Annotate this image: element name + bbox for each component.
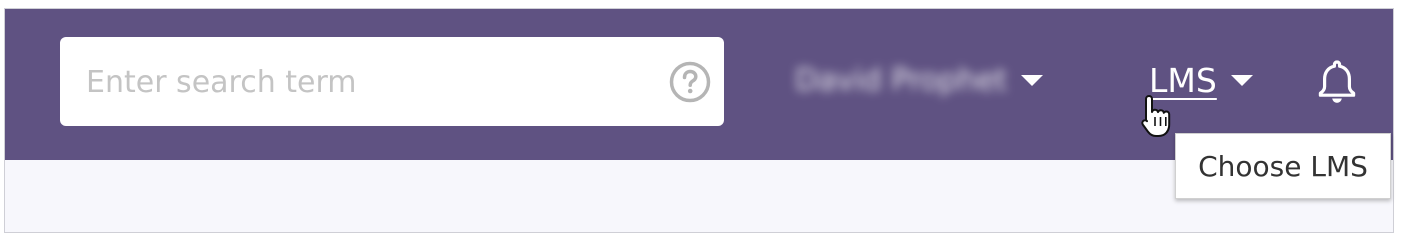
app-window: David Prophet LMS Choose LMS (4, 8, 1394, 233)
hand-pointer-cursor-icon (1141, 95, 1171, 137)
search-box[interactable] (60, 37, 724, 126)
caret-down-icon (1230, 74, 1253, 86)
user-name: David Prophet (795, 62, 1008, 98)
lms-menu-tooltip: Choose LMS (1175, 133, 1391, 199)
user-menu[interactable]: David Prophet (795, 57, 1044, 103)
question-circle-icon[interactable] (668, 60, 712, 104)
search-input[interactable] (84, 55, 648, 109)
tooltip-text: Choose LMS (1198, 149, 1368, 183)
bell-icon[interactable] (1317, 59, 1357, 105)
caret-down-icon (1021, 74, 1044, 86)
